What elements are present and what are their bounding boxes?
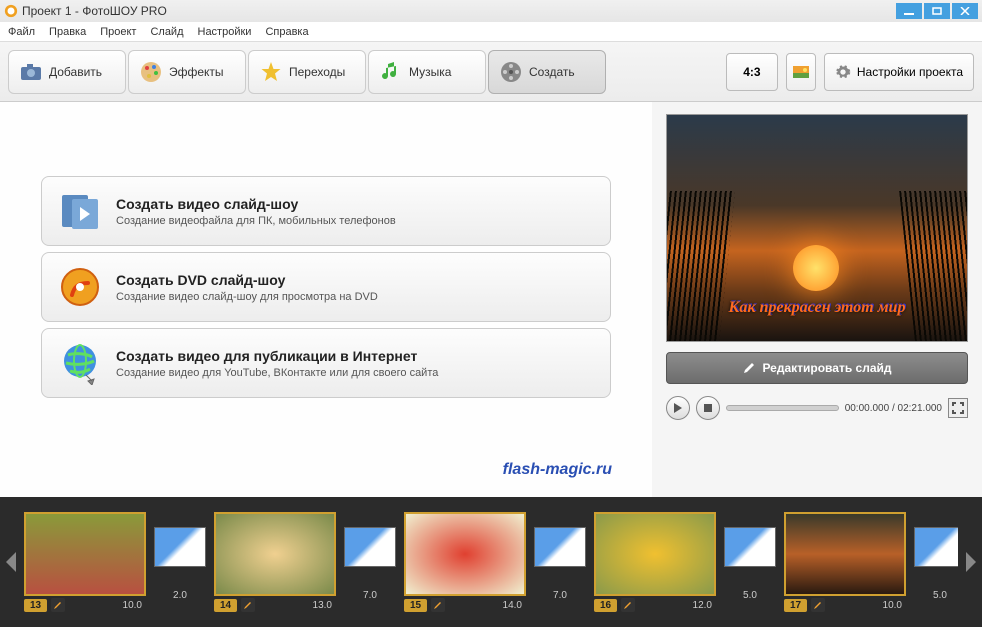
- slide-duration: 12.0: [693, 600, 712, 611]
- slide-index: 13: [24, 599, 47, 612]
- slide-thumb-16[interactable]: 16 12.0: [594, 512, 716, 612]
- tab-add-label: Добавить: [49, 65, 102, 79]
- menu-slide[interactable]: Слайд: [150, 26, 183, 38]
- slide-edit-button[interactable]: [431, 598, 445, 612]
- close-button[interactable]: [952, 3, 978, 19]
- music-icon: [379, 60, 403, 84]
- transition-duration: 5.0: [724, 590, 776, 601]
- tab-music[interactable]: Музыка: [368, 50, 486, 94]
- dvd-icon: [58, 265, 102, 309]
- tab-transitions-label: Переходы: [289, 65, 345, 79]
- option-video-desc: Создание видеофайла для ПК, мобильных те…: [116, 215, 396, 227]
- transition-duration: 7.0: [344, 590, 396, 601]
- minimize-button[interactable]: [896, 3, 922, 19]
- option-web-title: Создать видео для публикации в Интернет: [116, 348, 438, 364]
- create-panel: Создать видео слайд-шоу Создание видеофа…: [0, 102, 652, 497]
- transition-thumb[interactable]: 7.0: [344, 521, 396, 603]
- pencil-icon: [742, 361, 756, 375]
- option-video-title: Создать видео слайд-шоу: [116, 196, 396, 212]
- window-title: Проект 1 - ФотоШОУ PRO: [22, 4, 167, 18]
- option-create-web[interactable]: Создать видео для публикации в Интернет …: [41, 328, 611, 398]
- titlebar: Проект 1 - ФотоШОУ PRO: [0, 0, 982, 22]
- play-button[interactable]: [666, 396, 690, 420]
- reel-icon: [499, 60, 523, 84]
- palette-icon: [139, 60, 163, 84]
- landscape-icon: [793, 66, 809, 78]
- menubar: Файл Правка Проект Слайд Настройки Справ…: [0, 22, 982, 42]
- transition-thumb[interactable]: 5.0: [724, 521, 776, 603]
- seek-bar[interactable]: [726, 405, 839, 411]
- playback-controls: 00:00.000 / 02:21.000: [666, 396, 968, 420]
- timeline-scroll-right[interactable]: [958, 497, 982, 627]
- maximize-button[interactable]: [924, 3, 950, 19]
- slide-index: 16: [594, 599, 617, 612]
- tab-effects-label: Эффекты: [169, 65, 224, 79]
- video-file-icon: [58, 189, 102, 233]
- timeline: 13 10.0 2.0 14 13.0 7.0 15 14.0 7.0: [0, 497, 982, 627]
- gear-icon: [835, 64, 851, 80]
- transition-duration: 5.0: [914, 590, 958, 601]
- slide-duration: 10.0: [883, 600, 902, 611]
- timeline-scroll-left[interactable]: [0, 497, 24, 627]
- option-create-dvd[interactable]: Создать DVD слайд-шоу Создание видео сла…: [41, 252, 611, 322]
- aspect-ratio-button[interactable]: 4:3: [726, 53, 778, 91]
- slide-edit-button[interactable]: [811, 598, 825, 612]
- transition-duration: 2.0: [154, 590, 206, 601]
- slide-duration: 10.0: [123, 600, 142, 611]
- slide-edit-button[interactable]: [241, 598, 255, 612]
- slide-duration: 13.0: [313, 600, 332, 611]
- stop-button[interactable]: [696, 396, 720, 420]
- camera-icon: [19, 60, 43, 84]
- fit-preview-button[interactable]: [786, 53, 816, 91]
- timeline-strip[interactable]: 13 10.0 2.0 14 13.0 7.0 15 14.0 7.0: [24, 508, 958, 616]
- fullscreen-button[interactable]: [948, 398, 968, 418]
- tab-transitions[interactable]: Переходы: [248, 50, 366, 94]
- transition-thumb[interactable]: 5.0: [914, 521, 958, 603]
- tab-add[interactable]: Добавить: [8, 50, 126, 94]
- slide-thumb-15[interactable]: 15 14.0: [404, 512, 526, 612]
- slide-edit-button[interactable]: [51, 598, 65, 612]
- option-web-desc: Создание видео для YouTube, ВКонтакте ил…: [116, 367, 438, 379]
- menu-project[interactable]: Проект: [100, 26, 136, 38]
- option-dvd-desc: Создание видео слайд-шоу для просмотра н…: [116, 291, 378, 303]
- menu-file[interactable]: Файл: [8, 26, 35, 38]
- menu-help[interactable]: Справка: [265, 26, 308, 38]
- star-icon: [259, 60, 283, 84]
- slide-index: 14: [214, 599, 237, 612]
- toolbar: Добавить Эффекты Переходы Музыка Создать…: [0, 42, 982, 102]
- globe-icon: [58, 341, 102, 385]
- app-icon: [4, 4, 18, 18]
- edit-slide-button[interactable]: Редактировать слайд: [666, 352, 968, 384]
- transition-thumb[interactable]: 2.0: [154, 521, 206, 603]
- preview-panel: Как прекрасен этот мир Редактировать сла…: [652, 102, 982, 497]
- tab-create[interactable]: Создать: [488, 50, 606, 94]
- slide-thumb-14[interactable]: 14 13.0: [214, 512, 336, 612]
- menu-settings[interactable]: Настройки: [198, 26, 252, 38]
- transition-thumb[interactable]: 7.0: [534, 521, 586, 603]
- option-dvd-title: Создать DVD слайд-шоу: [116, 272, 378, 288]
- project-settings-label: Настройки проекта: [857, 65, 963, 79]
- watermark-text: flash-magic.ru: [503, 461, 612, 479]
- slide-duration: 14.0: [503, 600, 522, 611]
- slide-edit-button[interactable]: [621, 598, 635, 612]
- project-settings-button[interactable]: Настройки проекта: [824, 53, 974, 91]
- preview-viewport[interactable]: Как прекрасен этот мир: [666, 114, 968, 342]
- content-area: Создать видео слайд-шоу Создание видеофа…: [0, 102, 982, 497]
- slide-index: 15: [404, 599, 427, 612]
- option-create-video[interactable]: Создать видео слайд-шоу Создание видеофа…: [41, 176, 611, 246]
- time-display: 00:00.000 / 02:21.000: [845, 403, 942, 414]
- edit-slide-label: Редактировать слайд: [762, 361, 891, 375]
- tab-music-label: Музыка: [409, 65, 451, 79]
- menu-edit[interactable]: Правка: [49, 26, 86, 38]
- transition-duration: 7.0: [534, 590, 586, 601]
- tab-create-label: Создать: [529, 65, 575, 79]
- slide-thumb-13[interactable]: 13 10.0: [24, 512, 146, 612]
- slide-thumb-17[interactable]: 17 10.0: [784, 512, 906, 612]
- preview-caption: Как прекрасен этот мир: [667, 299, 967, 317]
- slide-index: 17: [784, 599, 807, 612]
- tab-effects[interactable]: Эффекты: [128, 50, 246, 94]
